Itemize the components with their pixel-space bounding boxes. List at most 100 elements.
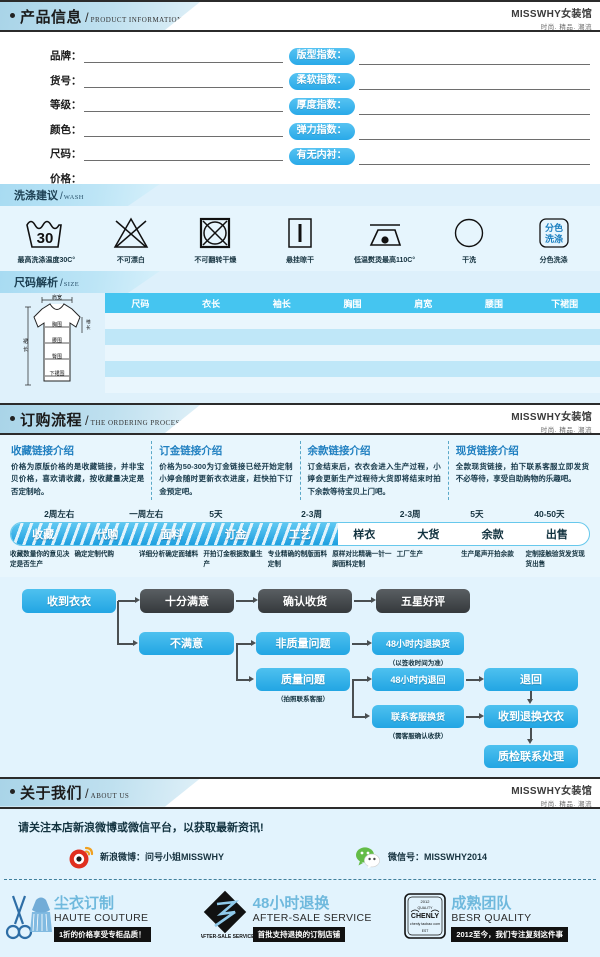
svg-text:下裙围: 下裙围 bbox=[49, 370, 64, 377]
field-row: 货号： bbox=[50, 73, 283, 88]
index-input-line[interactable] bbox=[358, 80, 590, 90]
duration: 5天 bbox=[470, 509, 484, 520]
card-title: 余款链接介绍 bbox=[307, 445, 371, 457]
svg-text:30: 30 bbox=[37, 230, 54, 247]
svg-text:胸围: 胸围 bbox=[52, 321, 62, 328]
field-input-line[interactable] bbox=[83, 100, 283, 112]
timeline-stage[interactable]: 代购 bbox=[75, 526, 139, 542]
trust-badges: 尘衣订制 HAUTE COUTURE 1折的价格享受专柜品质！ AFTER-SA… bbox=[0, 880, 600, 957]
timeline-durations: 2周左右 一周左右 5天 2-3周 2-3周 5天 40-50天 bbox=[10, 508, 590, 520]
index-row: 版型指数： bbox=[288, 48, 590, 65]
field-label: 尺码： bbox=[50, 148, 82, 160]
index-input-line[interactable] bbox=[358, 130, 590, 140]
wechat-link[interactable]: 微信号：MISSWHY2014 bbox=[354, 845, 487, 869]
svg-text:裙: 裙 bbox=[23, 338, 28, 345]
svg-text:长: 长 bbox=[86, 324, 91, 331]
flow-node-subtext: （以签收时间为准） bbox=[388, 659, 448, 667]
wash-item: 不可翻转干燥 bbox=[178, 214, 252, 265]
stage-description: 开拍订金根据数量生产 bbox=[203, 551, 263, 569]
svg-text:洗涤: 洗涤 bbox=[545, 233, 563, 244]
flow-arrow bbox=[466, 678, 480, 681]
flow-node-non-quality[interactable]: 非质量问题 bbox=[256, 631, 350, 655]
section-title-cn: 尺码解析 bbox=[14, 277, 58, 289]
brand-name: MISSWHY女装馆 bbox=[511, 785, 592, 797]
flow-node-five-star[interactable]: 五星好评 bbox=[376, 588, 470, 613]
flow-node-contact-service-exchange[interactable]: 联系客服换货 bbox=[372, 704, 464, 728]
duration: 2-3周 bbox=[301, 509, 322, 520]
svg-text:CHENLY: CHENLY bbox=[411, 913, 439, 920]
flow-node-received-exchange[interactable]: 收到退换衣衣 bbox=[484, 704, 578, 728]
separate-wash-icon: 分色 洗涤 bbox=[517, 214, 591, 252]
index-input-line[interactable] bbox=[358, 55, 590, 65]
timeline-stage[interactable]: 订金 bbox=[204, 526, 268, 542]
flow-node-unsatisfied[interactable]: 不满意 bbox=[139, 631, 234, 655]
wash-instructions: 30 最高洗涤温度30C° 不可漂白 不可翻转干燥 悬挂晾干 低温熨烫最高110… bbox=[0, 206, 600, 271]
timeline-stage[interactable]: 收藏 bbox=[11, 526, 75, 542]
wash-item: 低温熨烫最高110C° bbox=[348, 214, 422, 265]
index-label: 弹力指数： bbox=[288, 123, 355, 140]
flow-node-returned[interactable]: 退回 bbox=[484, 667, 578, 691]
flow-arrow bbox=[236, 599, 254, 602]
flow-arrow-head bbox=[249, 675, 254, 682]
social-row: 新浪微博：问号小姐MISSWHY 微信号：MISSWHY2014 bbox=[0, 845, 600, 879]
after-sale-flowchart: 收到衣衣 十分满意 确认收货 五星好评 不满意 非质量问题 48小时内退换货 （… bbox=[0, 576, 600, 777]
field-row: 颜色： bbox=[50, 122, 283, 137]
flow-node-48h-return[interactable]: 48小时内退回 bbox=[372, 667, 464, 691]
timeline-descriptions: 收藏数量你的意见决定是否生产 确定定制代购 详细分析确定面辅料 开拍订金根据数量… bbox=[10, 550, 590, 570]
field-input-line[interactable] bbox=[83, 51, 283, 63]
flow-node-confirm-receipt[interactable]: 确认收货 bbox=[258, 588, 352, 613]
no-bleach-triangle-icon bbox=[94, 214, 168, 252]
product-info-body: 品牌： 货号： 等级： 颜色： 尺码： 价格： 版型指数： 柔软指数： 厚度指数… bbox=[0, 32, 600, 186]
flow-node-received[interactable]: 收到衣衣 bbox=[22, 588, 116, 613]
field-input-line[interactable] bbox=[83, 125, 283, 137]
flow-node-48h-return-exchange[interactable]: 48小时内退换货 bbox=[372, 631, 464, 655]
field-label: 等级： bbox=[50, 99, 82, 111]
wash-caption: 最高洗涤温度30C° bbox=[17, 257, 76, 264]
timeline-stage[interactable]: 大货 bbox=[396, 526, 460, 542]
weibo-icon bbox=[69, 846, 94, 869]
flow-node-satisfied[interactable]: 十分满意 bbox=[140, 588, 234, 613]
flow-arrow bbox=[236, 678, 250, 681]
bullet-dot-icon bbox=[10, 415, 15, 421]
timeline-stage[interactable]: 余款 bbox=[461, 526, 525, 542]
wechat-text: 微信号：MISSWHY2014 bbox=[388, 852, 488, 863]
duration: 5天 bbox=[209, 509, 223, 520]
about-body: 请关注本店新浪微博或微信平台，以获取最新资讯! 新浪微博：问号小姐MISSWHY bbox=[0, 808, 600, 957]
order-intro-card: 现货链接介绍 全款现货链接，拍下联系客服立即发货不必等待，享受自助购物的乐趣吧。 bbox=[449, 441, 596, 500]
table-row bbox=[105, 377, 600, 393]
wechat-icon bbox=[356, 846, 380, 869]
table-row bbox=[105, 361, 600, 377]
index-row: 有无内衬： bbox=[288, 148, 590, 165]
flow-node-quality-check[interactable]: 质检联系处理 bbox=[484, 744, 578, 768]
svg-text:腰围: 腰围 bbox=[52, 338, 62, 344]
brand-block: MISSWHY女装馆 时尚. 精品. 潮流 bbox=[511, 5, 592, 30]
wash-caption: 低温熨烫最高110C° bbox=[353, 257, 416, 264]
timeline: 2周左右 一周左右 5天 2-3周 2-3周 5天 40-50天 收藏 代购 面… bbox=[0, 504, 600, 577]
timeline-stage[interactable]: 面料 bbox=[139, 526, 203, 542]
flow-node-quality-problem[interactable]: 质量问题 bbox=[256, 667, 350, 691]
badge-title-cn: 尘衣订制 bbox=[54, 894, 115, 912]
section-title-cn: 关于我们 bbox=[20, 785, 83, 803]
wash-caption: 不可翻转干燥 bbox=[194, 257, 237, 264]
flow-arrow bbox=[466, 715, 480, 718]
field-input-line[interactable] bbox=[83, 149, 283, 161]
stage-description: 原样对比精确一针一脚面料定制 bbox=[332, 551, 392, 569]
index-input-line[interactable] bbox=[358, 155, 590, 165]
weibo-link[interactable]: 新浪微博：问号小姐MISSWHY bbox=[68, 845, 224, 869]
field-input-line[interactable] bbox=[83, 76, 283, 88]
svg-text:长: 长 bbox=[23, 346, 28, 353]
card-body: 全款现货链接，拍下联系客服立即发货不必等待，享受自助购物的乐趣吧。 bbox=[455, 462, 589, 484]
iron-low-temp-icon bbox=[348, 214, 422, 252]
flow-arrow bbox=[352, 678, 368, 681]
weibo-text: 新浪微博：问号小姐MISSWHY bbox=[100, 852, 225, 863]
timeline-stage[interactable]: 样衣 bbox=[332, 526, 396, 542]
section-title-cn: 洗涤建议 bbox=[14, 190, 58, 202]
timeline-stage[interactable]: 工艺 bbox=[268, 526, 332, 542]
wash-caption: 悬挂晾干 bbox=[285, 257, 314, 264]
badge-text: 尘衣订制 HAUTE COUTURE 1折的价格享受专柜品质！ bbox=[54, 894, 151, 943]
section-header-wash: 洗涤建议 / WASH bbox=[0, 184, 600, 206]
stage-description: 定制接触验货发货现货出售 bbox=[525, 551, 585, 569]
timeline-stage[interactable]: 出售 bbox=[525, 526, 589, 542]
field-row: 等级： bbox=[50, 97, 283, 112]
index-input-line[interactable] bbox=[358, 105, 590, 115]
